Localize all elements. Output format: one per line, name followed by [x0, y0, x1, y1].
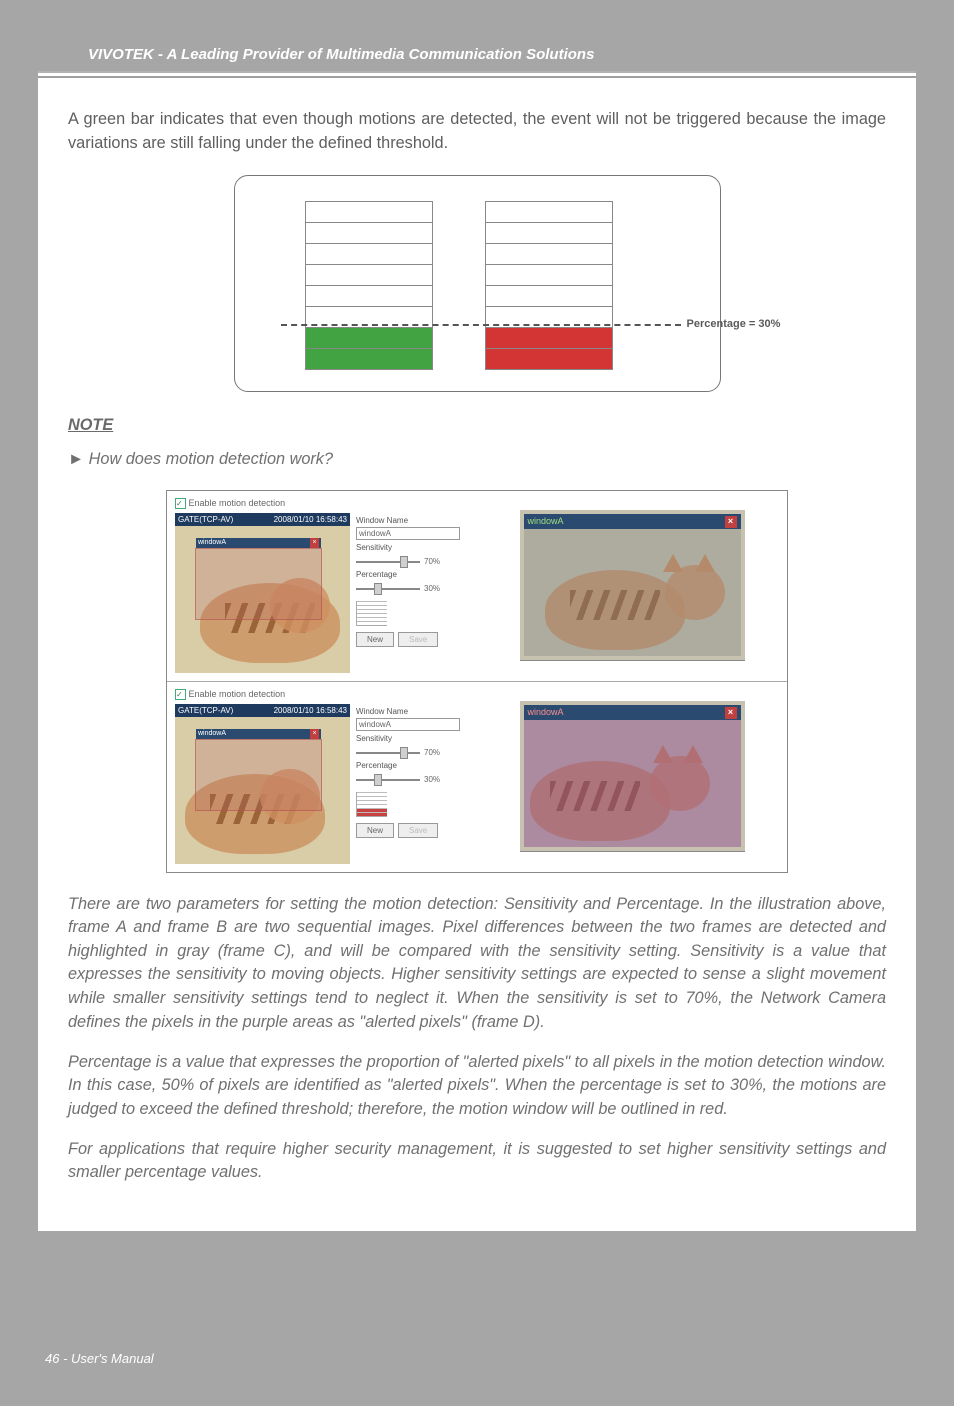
- explain-para-1: There are two parameters for setting the…: [68, 893, 886, 1035]
- md-right-1: windowA ×: [477, 491, 787, 681]
- green-bar-stack: [305, 201, 433, 369]
- percentage-slider[interactable]: [356, 588, 420, 590]
- window-name-label: Window Name: [356, 515, 461, 527]
- triangle-icon: ►: [68, 450, 84, 468]
- close-icon[interactable]: ×: [725, 516, 737, 528]
- md-row-2: Enable motion detection GATE(TCP-AV) 200…: [167, 682, 787, 872]
- note-question-text: How does motion detection work?: [89, 450, 333, 468]
- mini-indicator: [356, 792, 387, 817]
- video-title-left: GATE(TCP-AV): [178, 705, 233, 717]
- window-name-input[interactable]: windowA: [356, 527, 460, 540]
- region-close-icon[interactable]: ×: [310, 538, 319, 548]
- window-name-label: Window Name: [356, 706, 461, 718]
- new-button[interactable]: New: [356, 823, 394, 839]
- new-button[interactable]: New: [356, 632, 394, 648]
- video-preview-1: GATE(TCP-AV) 2008/01/10 16:58:43 windowA…: [175, 513, 350, 673]
- window-name-input[interactable]: windowA: [356, 718, 460, 731]
- video-title-right: 2008/01/10 16:58:43: [274, 705, 347, 717]
- video-preview-2: GATE(TCP-AV) 2008/01/10 16:58:43 windowA…: [175, 704, 350, 864]
- percentage-slider[interactable]: [356, 779, 420, 781]
- explain-para-2: Percentage is a value that expresses the…: [68, 1051, 886, 1122]
- percentage-value-ctrl: 30%: [424, 583, 440, 595]
- sensitivity-slider[interactable]: [356, 752, 420, 754]
- enable-checkbox[interactable]: [175, 498, 186, 509]
- zoom-preview-gray: windowA ×: [520, 510, 745, 661]
- motion-region[interactable]: windowA ×: [195, 548, 322, 620]
- mini-indicator: [356, 601, 387, 626]
- sensitivity-value: 70%: [424, 556, 440, 568]
- page-footer: 46 - User's Manual: [0, 1331, 954, 1406]
- page-header: VIVOTEK - A Leading Provider of Multimed…: [38, 38, 916, 73]
- save-button[interactable]: Save: [398, 823, 438, 839]
- page: VIVOTEK - A Leading Provider of Multimed…: [38, 38, 916, 1231]
- md-row-1: Enable motion detection GATE(TCP-AV) 200…: [167, 491, 787, 682]
- explain-para-3: For applications that require higher sec…: [68, 1138, 886, 1185]
- percentage-value-ctrl: 30%: [424, 774, 440, 786]
- md-left-1: Enable motion detection GATE(TCP-AV) 200…: [167, 491, 477, 681]
- video-title-right: 2008/01/10 16:58:43: [274, 514, 347, 526]
- close-icon[interactable]: ×: [725, 707, 737, 719]
- zoom-title-text: windowA: [528, 515, 564, 528]
- controls-1: Window Name windowA Sensitivity 70% Perc…: [356, 513, 461, 673]
- red-bar-stack: [485, 201, 613, 369]
- purple-overlay: [524, 719, 741, 847]
- sensitivity-value: 70%: [424, 747, 440, 759]
- region-label: windowA: [198, 729, 226, 739]
- controls-2: Window Name windowA Sensitivity 70% Perc…: [356, 704, 461, 864]
- note-heading: NOTE: [68, 414, 886, 438]
- header-rule: [38, 76, 916, 78]
- intro-paragraph: A green bar indicates that even though m…: [68, 108, 886, 155]
- zoom-title-text: windowA: [528, 706, 564, 719]
- motion-detection-figure: Enable motion detection GATE(TCP-AV) 200…: [166, 490, 788, 873]
- percentage-bars-figure: Percentage = 30%: [234, 175, 721, 392]
- sensitivity-label: Sensitivity: [356, 733, 461, 745]
- sensitivity-label: Sensitivity: [356, 542, 461, 554]
- region-close-icon[interactable]: ×: [310, 729, 319, 739]
- enable-label: Enable motion detection: [189, 498, 286, 508]
- footer-text: 46 - User's Manual: [45, 1351, 154, 1366]
- percentage-label-ctrl: Percentage: [356, 760, 461, 772]
- page-content: A green bar indicates that even though m…: [38, 108, 916, 1231]
- region-label: windowA: [198, 538, 226, 548]
- threshold-line: [281, 324, 681, 326]
- gray-overlay: [524, 528, 741, 656]
- zoom-preview-purple: windowA ×: [520, 701, 745, 852]
- header-title: VIVOTEK - A Leading Provider of Multimed…: [88, 46, 594, 63]
- md-left-2: Enable motion detection GATE(TCP-AV) 200…: [167, 682, 477, 872]
- zoom-title-red: windowA ×: [524, 705, 741, 720]
- motion-region[interactable]: windowA ×: [195, 739, 322, 811]
- percentage-label: Percentage = 30%: [687, 317, 781, 333]
- sensitivity-slider[interactable]: [356, 561, 420, 563]
- enable-label: Enable motion detection: [189, 689, 286, 699]
- save-button[interactable]: Save: [398, 632, 438, 648]
- video-title-left: GATE(TCP-AV): [178, 514, 233, 526]
- md-right-2: windowA ×: [477, 682, 787, 872]
- note-question-row: ► How does motion detection work?: [68, 448, 886, 472]
- enable-checkbox[interactable]: [175, 689, 186, 700]
- percentage-label-ctrl: Percentage: [356, 569, 461, 581]
- zoom-title-gray: windowA ×: [524, 514, 741, 529]
